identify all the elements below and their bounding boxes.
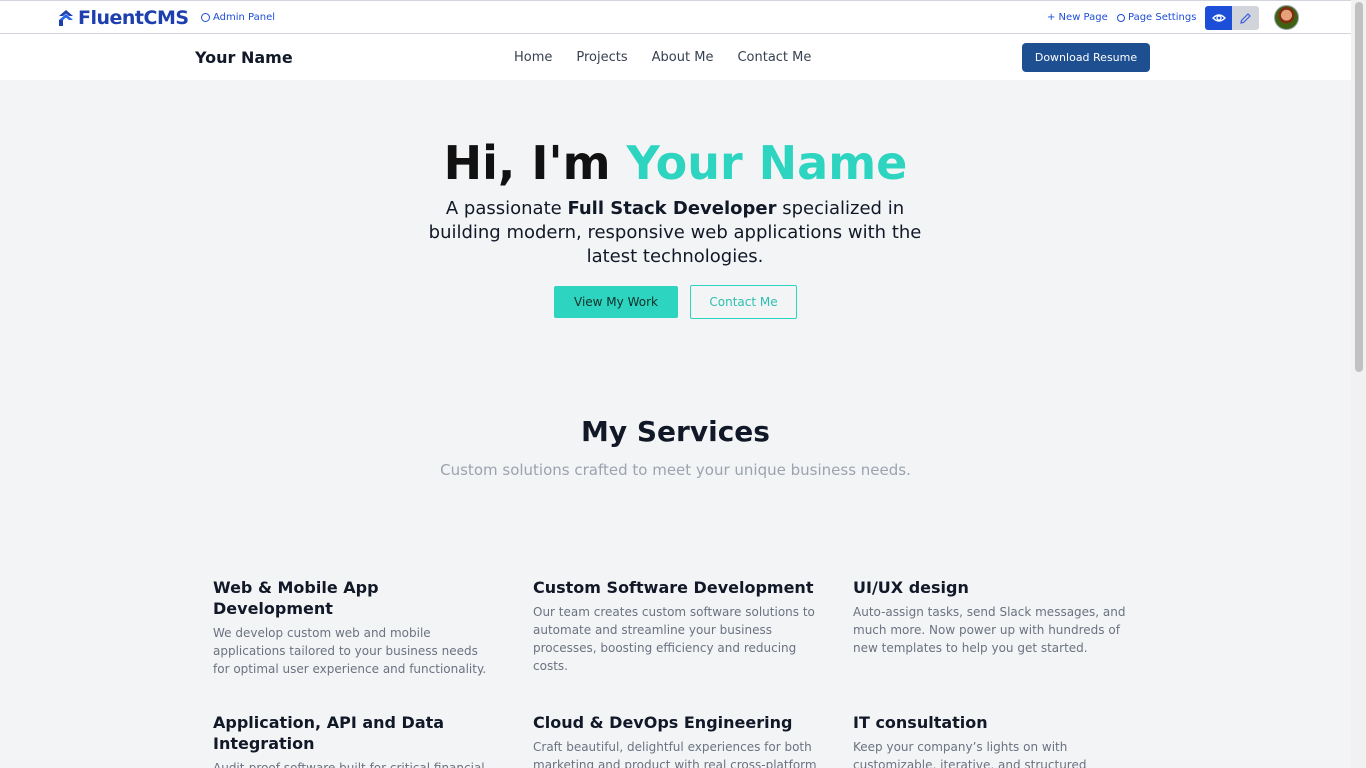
download-resume-button[interactable]: Download Resume bbox=[1022, 43, 1150, 72]
view-my-work-button[interactable]: View My Work bbox=[554, 286, 678, 318]
service-card: Web & Mobile App Development We develop … bbox=[213, 577, 498, 678]
service-title: Application, API and Data Integration bbox=[213, 713, 445, 753]
service-title: Web & Mobile App Development bbox=[213, 578, 379, 618]
service-text: Craft beautiful, delightful experiences … bbox=[533, 740, 817, 768]
service-text: We develop custom web and mobile applica… bbox=[213, 626, 487, 676]
page-scrollbar[interactable] bbox=[1351, 0, 1366, 768]
cms-logo-text: FluentCMS bbox=[78, 7, 189, 29]
cms-logo[interactable]: FluentCMS bbox=[56, 7, 189, 29]
contact-me-button[interactable]: Contact Me bbox=[690, 285, 797, 319]
service-card: UI/UX design Auto-assign tasks, send Sla… bbox=[853, 577, 1138, 657]
new-page-link[interactable]: + New Page bbox=[1047, 12, 1108, 23]
site-header: Your Name Home Projects About Me Contact… bbox=[0, 34, 1351, 80]
admin-shield-icon bbox=[201, 13, 210, 22]
hero-intro-role: Full Stack Developer bbox=[567, 198, 777, 219]
nav-about-me[interactable]: About Me bbox=[652, 50, 714, 65]
eye-icon bbox=[1211, 14, 1226, 22]
pencil-icon bbox=[1240, 12, 1251, 24]
services-subtitle: Custom solutions crafted to meet your un… bbox=[440, 461, 911, 479]
view-edit-toggle bbox=[1205, 6, 1259, 30]
service-card: Custom Software Development Our team cre… bbox=[533, 577, 818, 675]
nav-projects[interactable]: Projects bbox=[576, 50, 627, 65]
hero-intro-before: A passionate bbox=[445, 198, 568, 219]
new-page-label: + New Page bbox=[1047, 12, 1108, 23]
hero-intro: A passionate Full Stack Developer specia… bbox=[425, 197, 925, 269]
nav-home[interactable]: Home bbox=[514, 50, 552, 65]
view-mode-button[interactable] bbox=[1205, 6, 1232, 30]
user-avatar[interactable] bbox=[1274, 5, 1299, 30]
page-settings-link[interactable]: Page Settings bbox=[1117, 12, 1196, 23]
service-card: IT consultation Keep your company’s ligh… bbox=[853, 712, 1138, 768]
service-title: IT consultation bbox=[853, 713, 988, 732]
service-card: Application, API and Data Integration Au… bbox=[213, 712, 498, 768]
settings-icon bbox=[1117, 13, 1125, 22]
admin-panel-link[interactable]: Admin Panel bbox=[201, 12, 275, 23]
service-text: Auto-assign tasks, send Slack messages, … bbox=[853, 605, 1126, 655]
fluentcms-logo-icon bbox=[59, 10, 73, 26]
service-title: Custom Software Development bbox=[533, 578, 814, 597]
hero-name: Your Name bbox=[626, 136, 908, 190]
hero-title: Hi, I'm Your Name bbox=[0, 136, 1351, 190]
services-title: My Services bbox=[581, 415, 770, 448]
site-brand[interactable]: Your Name bbox=[195, 48, 293, 67]
admin-panel-label: Admin Panel bbox=[213, 12, 276, 23]
nav-contact-me[interactable]: Contact Me bbox=[737, 50, 811, 65]
service-card: Cloud & DevOps Engineering Craft beautif… bbox=[533, 712, 818, 768]
service-text: Our team creates custom software solutio… bbox=[533, 605, 815, 673]
cms-toolbar: FluentCMS Admin Panel + New Page Page Se… bbox=[0, 0, 1351, 34]
site-nav-links: Home Projects About Me Contact Me bbox=[514, 50, 811, 65]
service-title: UI/UX design bbox=[853, 578, 969, 597]
hero-greeting: Hi, I'm bbox=[443, 136, 627, 190]
edit-mode-button[interactable] bbox=[1232, 6, 1259, 30]
service-title: Cloud & DevOps Engineering bbox=[533, 713, 793, 732]
service-text: Keep your company’s lights on with custo… bbox=[853, 740, 1087, 768]
scrollbar-thumb[interactable] bbox=[1355, 2, 1363, 372]
page-settings-label: Page Settings bbox=[1128, 12, 1197, 23]
service-text: Audit-proof software built for critical … bbox=[213, 761, 485, 768]
